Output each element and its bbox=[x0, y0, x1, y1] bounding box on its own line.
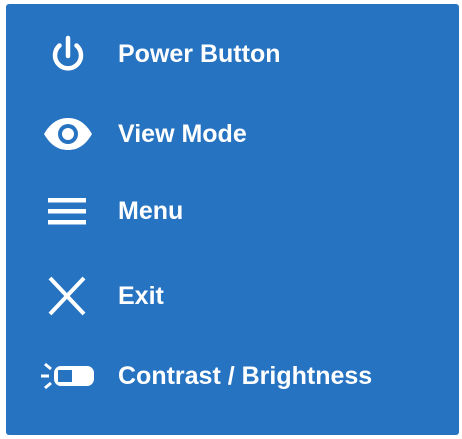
legend-item-label: Menu bbox=[118, 197, 184, 225]
legend-item-label: Contrast / Brightness bbox=[118, 362, 373, 390]
button-legend-panel: Power Button View Mode Menu Exit Contras… bbox=[6, 4, 459, 435]
legend-item-label: View Mode bbox=[118, 120, 247, 148]
eye-icon bbox=[36, 104, 100, 164]
legend-item-label: Exit bbox=[118, 282, 164, 310]
legend-item-menu: Menu bbox=[6, 181, 459, 241]
close-icon bbox=[36, 266, 100, 326]
menu-icon bbox=[36, 181, 100, 241]
legend-item-power: Power Button bbox=[6, 24, 459, 84]
legend-item-label: Power Button bbox=[118, 40, 281, 68]
legend-item-contrast-brightness: Contrast / Brightness bbox=[6, 346, 459, 406]
contrast-brightness-icon bbox=[36, 346, 100, 406]
legend-item-exit: Exit bbox=[6, 266, 459, 326]
legend-item-view-mode: View Mode bbox=[6, 104, 459, 164]
power-icon bbox=[36, 24, 100, 84]
